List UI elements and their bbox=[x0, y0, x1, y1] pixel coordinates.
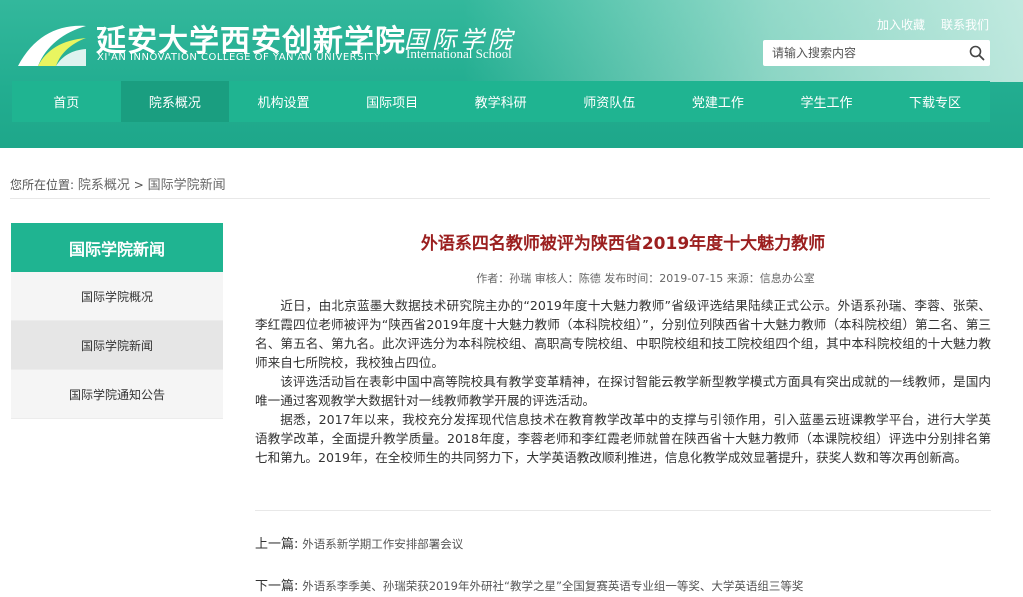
next-label: 下一篇: bbox=[255, 579, 299, 594]
sidebar: 国际学院新闻 国际学院概况 国际学院新闻 国际学院通知公告 bbox=[11, 223, 223, 419]
breadcrumb-link-overview[interactable]: 院系概况 bbox=[78, 178, 130, 193]
article-paragraph: 近日，由北京蓝墨大数据技术研究院主办的“2019年度十大魅力教师”省级评选结果陆… bbox=[255, 298, 991, 370]
top-links: 加入收藏 联系我们 bbox=[877, 16, 989, 33]
international-school-en: International School bbox=[406, 46, 512, 61]
nav-downloads[interactable]: 下载专区 bbox=[881, 81, 990, 122]
article-paragraph: 据悉，2017年以来，我校充分发挥现代信息技术在教育教学改革中的支撑与引领作用，… bbox=[255, 412, 991, 465]
article-divider bbox=[255, 510, 991, 511]
next-article-link[interactable]: 外语系李季美、孙瑞荣获2019年外研社“教学之星”全国复赛英语专业组一等奖、大学… bbox=[302, 579, 803, 593]
nav-faculty[interactable]: 师资队伍 bbox=[555, 81, 664, 122]
article-meta: 作者：孙瑞 审核人：陈德 发布时间：2019-07-15 来源：信息办公室 bbox=[476, 272, 815, 285]
sidebar-item-notices[interactable]: 国际学院通知公告 bbox=[11, 370, 223, 419]
sidebar-item-news[interactable]: 国际学院新闻 bbox=[11, 321, 223, 370]
article-body: 近日，由北京蓝墨大数据技术研究院主办的“2019年度十大魅力教师”省级评选结果陆… bbox=[255, 296, 991, 467]
contact-us-link[interactable]: 联系我们 bbox=[941, 16, 989, 33]
school-logo-icon bbox=[18, 25, 86, 66]
breadcrumb-prefix: 您所在位置: bbox=[10, 178, 75, 192]
sidebar-item-overview[interactable]: 国际学院概况 bbox=[11, 272, 223, 321]
nav-home[interactable]: 首页 bbox=[12, 81, 121, 122]
next-article: 下一篇: 外语系李季美、孙瑞荣获2019年外研社“教学之星”全国复赛英语专业组一… bbox=[255, 575, 803, 594]
search-icon[interactable] bbox=[964, 40, 990, 66]
article-title: 外语系四名教师被评为陕西省2019年度十大魅力教师 bbox=[420, 234, 826, 254]
nav-international-programs[interactable]: 国际项目 bbox=[338, 81, 447, 122]
previous-article: 上一篇: 外语系新学期工作安排部署会议 bbox=[255, 533, 463, 552]
previous-label: 上一篇: bbox=[255, 537, 299, 552]
breadcrumb-link-news[interactable]: 国际学院新闻 bbox=[148, 178, 226, 193]
add-favorite-link[interactable]: 加入收藏 bbox=[877, 16, 925, 33]
article: 外语系四名教师被评为陕西省2019年度十大魅力教师 作者：孙瑞 审核人：陈德 发… bbox=[255, 223, 991, 594]
previous-article-link[interactable]: 外语系新学期工作安排部署会议 bbox=[302, 537, 463, 551]
nav-party-building[interactable]: 党建工作 bbox=[664, 81, 773, 122]
search-box bbox=[763, 40, 990, 66]
nav-student-affairs[interactable]: 学生工作 bbox=[772, 81, 881, 122]
main-nav: 首页 院系概况 机构设置 国际项目 教学科研 师资队伍 党建工作 学生工作 下载… bbox=[12, 81, 990, 122]
breadcrumb: 您所在位置: 院系概况 > 国际学院新闻 bbox=[10, 174, 226, 193]
nav-teaching-research[interactable]: 教学科研 bbox=[446, 81, 555, 122]
breadcrumb-divider bbox=[10, 198, 990, 199]
nav-organization[interactable]: 机构设置 bbox=[229, 81, 338, 122]
nav-department-overview[interactable]: 院系概况 bbox=[120, 81, 230, 122]
breadcrumb-separator: > bbox=[133, 178, 144, 192]
site-header: 延安大学西安创新学院 XI'AN INNOVATION COLLEGE OF Y… bbox=[0, 0, 1023, 148]
search-input[interactable] bbox=[763, 40, 964, 66]
article-paragraph: 该评选活动旨在表彰中国中高等院校具有教学变革精神，在探讨智能云教学新型教学模式方… bbox=[255, 374, 991, 408]
sidebar-title: 国际学院新闻 bbox=[11, 223, 223, 272]
school-name-en: XI'AN INNOVATION COLLEGE OF YAN'AN UNIVE… bbox=[97, 52, 381, 63]
